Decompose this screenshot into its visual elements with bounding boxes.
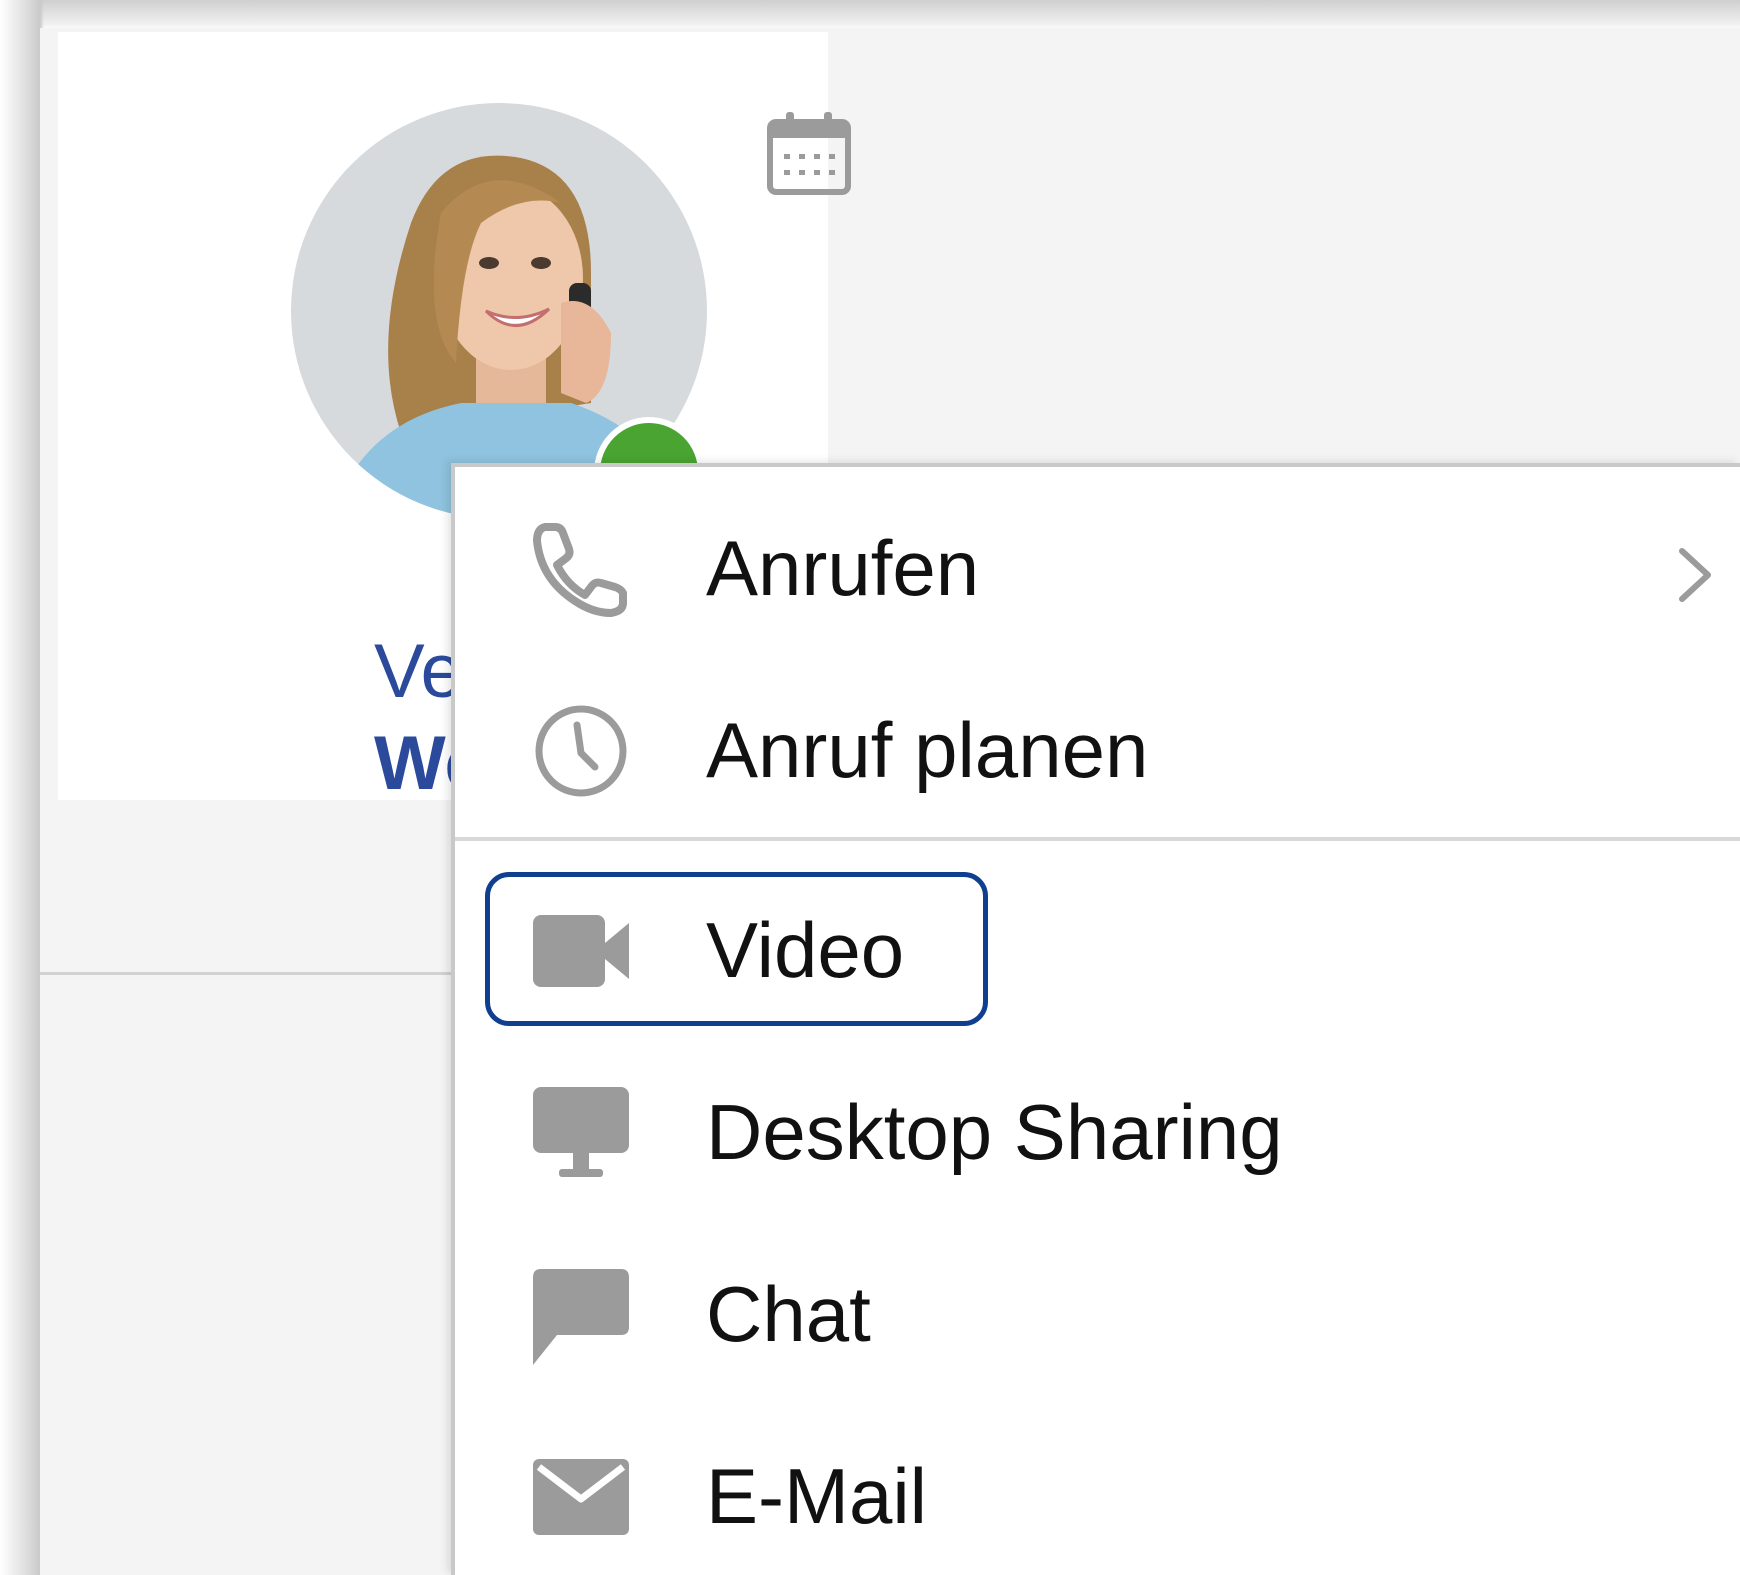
menu-item-video-label: Video: [706, 906, 905, 994]
menu-item-email[interactable]: E-Mail: [455, 1415, 1740, 1575]
clock-icon: [535, 705, 627, 797]
menu-item-call-label: Anrufen: [706, 524, 980, 612]
menu-item-desktop-sharing[interactable]: Desktop Sharing: [455, 1051, 1740, 1211]
chevron-right-icon: [1679, 548, 1711, 602]
menu-item-schedule-call-label: Anruf planen: [706, 706, 1149, 794]
menu-item-chat-label: Chat: [706, 1270, 871, 1358]
menu-item-chat[interactable]: Chat: [455, 1233, 1740, 1393]
monitor-icon: [533, 1087, 629, 1177]
menu-item-schedule-call[interactable]: Anruf planen: [455, 669, 1740, 829]
menu-item-call[interactable]: Anrufen: [455, 487, 1740, 647]
calendar-button[interactable]: [766, 110, 852, 196]
menu-item-video[interactable]: Video: [455, 869, 1740, 1029]
menu-divider: [455, 837, 1740, 841]
contact-action-menu: Anrufen Anruf planen Video Desktop Shari…: [451, 463, 1740, 1575]
window-left-shadow: [0, 0, 44, 1575]
video-camera-icon: [533, 915, 629, 987]
phone-icon: [533, 523, 627, 617]
chat-bubble-icon: [533, 1269, 629, 1365]
calendar-icon: [767, 112, 851, 195]
menu-item-desktop-sharing-label: Desktop Sharing: [706, 1088, 1283, 1176]
envelope-icon: [533, 1459, 629, 1535]
menu-item-email-label: E-Mail: [706, 1452, 928, 1540]
